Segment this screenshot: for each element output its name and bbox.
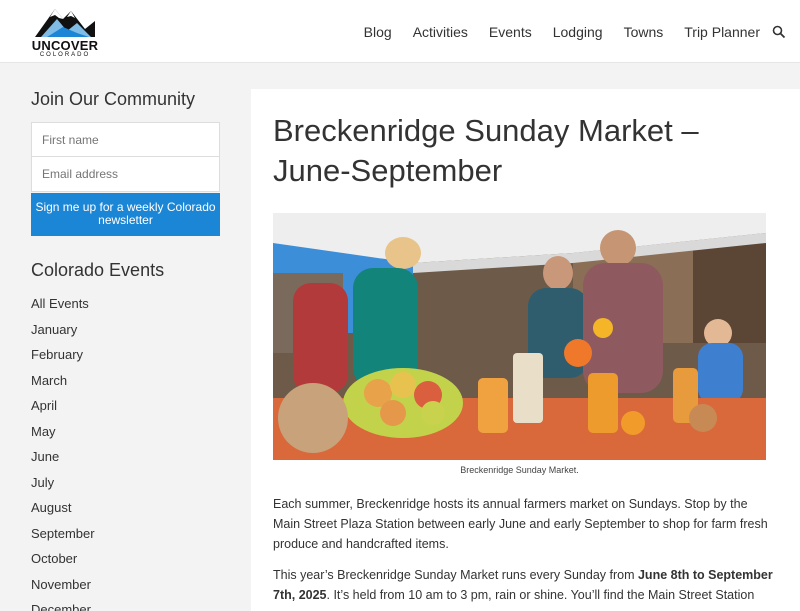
nav-blog[interactable]: Blog xyxy=(364,24,392,40)
main-nav: Blog Activities Events Lodging Towns Tri… xyxy=(343,0,760,63)
article-paragraph-2: This year’s Breckenridge Sunday Market r… xyxy=(273,565,773,605)
events-link-january[interactable]: January xyxy=(31,321,95,347)
article-card: Breckenridge Sunday Market – June-Septem… xyxy=(251,89,800,611)
paragraph-2-intro: This year’s Breckenridge Sunday Market r… xyxy=(273,568,638,582)
events-link-april[interactable]: April xyxy=(31,397,95,423)
logo-subtitle: COLORADO xyxy=(39,52,91,58)
mountain-logo-icon xyxy=(35,9,95,37)
image-caption: Breckenridge Sunday Market. xyxy=(460,465,579,475)
article-paragraph-1: Each summer, Breckenridge hosts its annu… xyxy=(273,497,768,551)
events-month-list: All Events January February March April … xyxy=(31,295,95,611)
events-link-october[interactable]: October xyxy=(31,550,95,576)
events-link-may[interactable]: May xyxy=(31,423,95,449)
nav-towns[interactable]: Towns xyxy=(624,24,664,40)
colorado-events-title: Colorado Events xyxy=(31,260,165,280)
nav-lodging[interactable]: Lodging xyxy=(553,24,603,40)
events-link-august[interactable]: August xyxy=(31,499,95,525)
events-link-february[interactable]: February xyxy=(31,346,95,372)
newsletter-signup-button[interactable]: Sign me up for a weekly Colorado newslet… xyxy=(31,193,220,236)
nav-activities[interactable]: Activities xyxy=(413,24,468,40)
market-photo xyxy=(273,213,766,460)
first-name-field[interactable] xyxy=(31,122,220,157)
events-link-december[interactable]: December xyxy=(31,601,95,611)
nav-trip-planner[interactable]: Trip Planner xyxy=(684,24,760,40)
search-icon[interactable] xyxy=(772,25,786,39)
events-link-november[interactable]: November xyxy=(31,576,95,602)
site-logo[interactable]: UNCOVER COLORADO xyxy=(31,5,99,59)
email-field[interactable] xyxy=(31,157,220,192)
article-title: Breckenridge Sunday Market – June-Septem… xyxy=(273,113,699,188)
site-header: UNCOVER COLORADO Blog Activities Events … xyxy=(0,0,800,63)
events-link-june[interactable]: June xyxy=(31,448,95,474)
events-link-september[interactable]: September xyxy=(31,525,95,551)
nav-events[interactable]: Events xyxy=(489,24,532,40)
join-community-title: Join Our Community xyxy=(31,89,196,109)
paragraph-2-rest: . It’s held from 10 am to 3 pm, rain or … xyxy=(326,588,755,602)
events-link-march[interactable]: March xyxy=(31,372,95,398)
logo-wordmark: UNCOVER xyxy=(31,38,99,53)
events-link-july[interactable]: July xyxy=(31,474,95,500)
events-link-all[interactable]: All Events xyxy=(31,295,95,321)
